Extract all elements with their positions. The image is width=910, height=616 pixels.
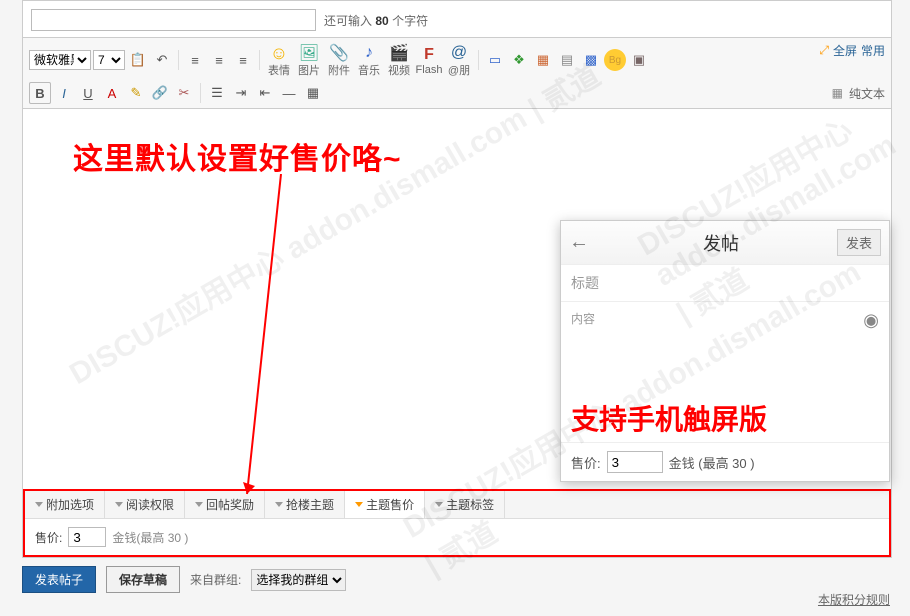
extra2-icon[interactable]: ❖: [508, 49, 530, 71]
forum-credit-rules-link[interactable]: 本版积分规则: [818, 591, 890, 608]
common-link[interactable]: 常用: [861, 42, 885, 59]
annotation-mobile: 支持手机触屏版: [561, 392, 889, 442]
mobile-back-icon[interactable]: ←: [569, 231, 605, 254]
mobile-title-field[interactable]: 标题: [561, 265, 889, 302]
fullscreen-icon: ⤢: [819, 43, 829, 58]
paste-icon[interactable]: 📋: [127, 49, 149, 71]
table-icon[interactable]: ▦: [302, 82, 324, 104]
options-tabs: 附加选项 阅读权限 回帖奖励 抢楼主题 主题售价 主题标签: [25, 491, 889, 519]
align-center-icon[interactable]: ≡: [208, 49, 230, 71]
tab-extra-options[interactable]: 附加选项: [25, 491, 105, 518]
camera-icon[interactable]: ◉: [863, 310, 879, 331]
annotation-main: 这里默认设置好售价咯~: [73, 134, 402, 178]
hr-icon[interactable]: —: [278, 82, 300, 104]
underline-icon[interactable]: U: [77, 82, 99, 104]
extra4-icon[interactable]: ▤: [556, 49, 578, 71]
price-label: 售价:: [35, 529, 62, 546]
fullscreen-link[interactable]: 全屏: [833, 42, 857, 59]
tab-thread-tags[interactable]: 主题标签: [425, 491, 505, 518]
tab-read-permission[interactable]: 阅读权限: [105, 491, 185, 518]
align-left-icon[interactable]: ≡: [184, 49, 206, 71]
annotation-arrow-icon: [243, 174, 283, 504]
align-right-icon[interactable]: ≡: [232, 49, 254, 71]
extra5-icon[interactable]: ▩: [580, 49, 602, 71]
image-icon[interactable]: 🖼: [298, 42, 320, 64]
price-input[interactable]: [68, 527, 106, 547]
bold-icon[interactable]: B: [29, 82, 51, 104]
mobile-price-input[interactable]: [607, 451, 663, 473]
mobile-price-unit: 金钱 (最高 30 ): [669, 453, 755, 472]
emotion-icon[interactable]: ☺: [268, 42, 290, 64]
post-title-input[interactable]: [31, 9, 316, 31]
at-icon[interactable]: @: [448, 42, 470, 64]
outdent-icon[interactable]: ⇤: [254, 82, 276, 104]
price-unit: 金钱(最高 30 ): [112, 529, 188, 546]
flash-icon[interactable]: F: [418, 44, 440, 66]
mobile-publish-button[interactable]: 发表: [837, 229, 881, 256]
music-icon[interactable]: ♪: [358, 42, 380, 64]
list-icon[interactable]: ☰: [206, 82, 228, 104]
font-family-select[interactable]: 微软雅黑: [29, 50, 91, 70]
save-draft-button[interactable]: 保存草稿: [106, 566, 180, 593]
title-char-hint: 还可输入 80 个字符: [324, 12, 428, 29]
editor-toolbar: 微软雅黑 7 📋 ↶ ≡ ≡ ≡ ☺表情 🖼图片 📎附件 ♪音乐 🎬视频 FFl…: [23, 37, 891, 109]
link-icon[interactable]: 🔗: [149, 82, 171, 104]
font-color-icon[interactable]: A: [101, 82, 123, 104]
mobile-preview-panel: ← 发帖 发表 标题 内容 ◉ 支持手机触屏版 售价: 金钱 (最高 30 ): [560, 220, 890, 482]
extra3-icon[interactable]: ▦: [532, 49, 554, 71]
mobile-price-label: 售价:: [571, 453, 601, 472]
extra6-icon[interactable]: Bg: [604, 49, 626, 71]
group-select[interactable]: 选择我的群组: [251, 569, 346, 591]
video-icon[interactable]: 🎬: [388, 42, 410, 64]
italic-icon[interactable]: I: [53, 82, 75, 104]
undo-icon[interactable]: ↶: [151, 49, 173, 71]
font-size-select[interactable]: 7: [93, 50, 125, 70]
mobile-content-field[interactable]: 内容 ◉: [561, 302, 889, 392]
mobile-title: 发帖: [703, 230, 739, 256]
extra1-icon[interactable]: ▭: [484, 49, 506, 71]
tab-thread-price[interactable]: 主题售价: [345, 491, 425, 518]
price-panel: 售价: 金钱(最高 30 ): [25, 519, 889, 555]
plaintext-link[interactable]: 纯文本: [849, 85, 885, 102]
indent-icon[interactable]: ⇥: [230, 82, 252, 104]
extra7-icon[interactable]: ▣: [628, 49, 650, 71]
options-highlight-box: 附加选项 阅读权限 回帖奖励 抢楼主题 主题售价 主题标签 售价: 金钱(最高 …: [23, 489, 891, 557]
group-label: 来自群组:: [190, 571, 241, 588]
bg-color-icon[interactable]: ✎: [125, 82, 147, 104]
submit-post-button[interactable]: 发表帖子: [22, 566, 96, 593]
attachment-icon[interactable]: 📎: [328, 42, 350, 64]
unlink-icon[interactable]: ✂: [173, 82, 195, 104]
